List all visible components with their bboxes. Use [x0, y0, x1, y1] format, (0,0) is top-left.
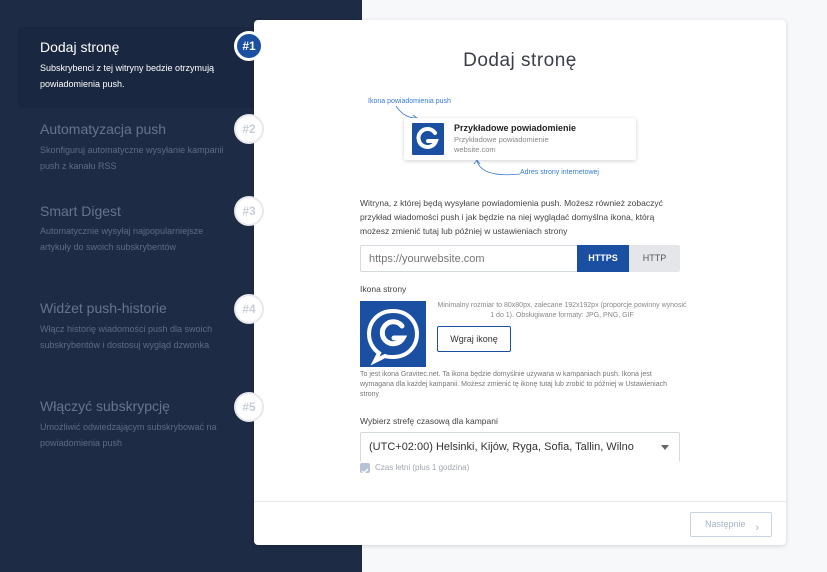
sidebar-step-1[interactable]: Dodaj stronę Subskrybenci z tej witryny … — [18, 27, 256, 108]
step-description: Automatycznie wysyłaj najpopularniejsze … — [40, 226, 204, 252]
step-description: Włącz historię wiadomości push dla swoic… — [40, 324, 213, 350]
annotation-arrow-icon — [473, 159, 521, 176]
sidebar-step-2[interactable]: Automatyzacja push Skonfiguruj automatyc… — [18, 113, 256, 183]
site-icon-image — [360, 301, 426, 367]
next-label: Następnie — [705, 519, 746, 529]
add-site-card: Dodaj stronę Ikona powiadomienia push Ad… — [254, 20, 786, 545]
sidebar-step-5[interactable]: Włączyć subskrypcję Umożliwić odwiedzają… — [18, 391, 256, 461]
step-badge-4: #4 — [234, 294, 264, 324]
upload-icon-button[interactable]: Wgraj ikonę — [437, 326, 511, 352]
step-description: Skonfiguruj automatyczne wysyłanie kampa… — [40, 145, 224, 171]
step-badge-1: #1 — [234, 31, 264, 61]
step-title: Automatyzacja push — [40, 121, 167, 137]
site-icon-label: Ikona strony — [360, 284, 407, 294]
icon-size-hint: Minimalny rozmiar to 80x80px, zalecane 1… — [437, 302, 687, 319]
check-icon — [361, 468, 369, 474]
step-badge-2: #2 — [234, 114, 264, 144]
page-title: Dodaj stronę — [463, 50, 577, 71]
step-title: Smart Digest — [40, 203, 121, 219]
sidebar-step-3[interactable]: Smart Digest Automatycznie wysyłaj najpo… — [18, 195, 256, 280]
step-description: Subskrybenci z tej witryny bedzie otrzym… — [40, 63, 215, 89]
chevron-down-icon — [661, 445, 669, 450]
preview-body: Przykładowe powiadomienie — [454, 135, 549, 144]
website-url-input[interactable] — [360, 245, 578, 272]
site-description: Witryna, z której będą wysyłane powiadom… — [360, 198, 663, 236]
preview-site: website.com — [454, 145, 496, 154]
step-badge-3: #3 — [234, 196, 264, 226]
sidebar-step-4[interactable]: Widżet push-historie Włącz historię wiad… — [18, 293, 256, 378]
next-button[interactable]: Następnie › — [690, 512, 772, 537]
https-button[interactable]: HTTPS — [577, 245, 629, 272]
step-description: Umożliwić odwiedzającym subskrybować na … — [40, 422, 217, 448]
dst-label: Czas letni (plus 1 godzina) — [375, 463, 470, 472]
timezone-value: (UTC+02:00) Helsinki, Kijów, Ryga, Sofia… — [369, 441, 634, 453]
dst-checkbox[interactable] — [360, 463, 370, 474]
url-annotation: Adres strony internetowej — [520, 169, 599, 176]
preview-title: Przykładowe powiadomienie — [454, 123, 577, 133]
step-title: Dodaj stronę — [40, 39, 120, 55]
step-title: Włączyć subskrypcję — [40, 398, 170, 414]
gravitec-logo-icon — [412, 123, 444, 155]
chevron-right-icon: › — [755, 522, 759, 534]
icon-note: To jest ikona Gravitec.net. Ta ikona będ… — [360, 371, 667, 398]
notification-preview: Przykładowe powiadomienie Przykładowe po… — [404, 118, 636, 160]
timezone-label: Wybierz strefę czasową dla kampani — [360, 416, 498, 426]
step-badge-5: #5 — [234, 392, 264, 422]
http-button[interactable]: HTTP — [629, 245, 680, 272]
step-title: Widżet push-historie — [40, 300, 167, 316]
footer-divider — [254, 501, 786, 502]
timezone-select[interactable]: (UTC+02:00) Helsinki, Kijów, Ryga, Sofia… — [360, 432, 680, 462]
